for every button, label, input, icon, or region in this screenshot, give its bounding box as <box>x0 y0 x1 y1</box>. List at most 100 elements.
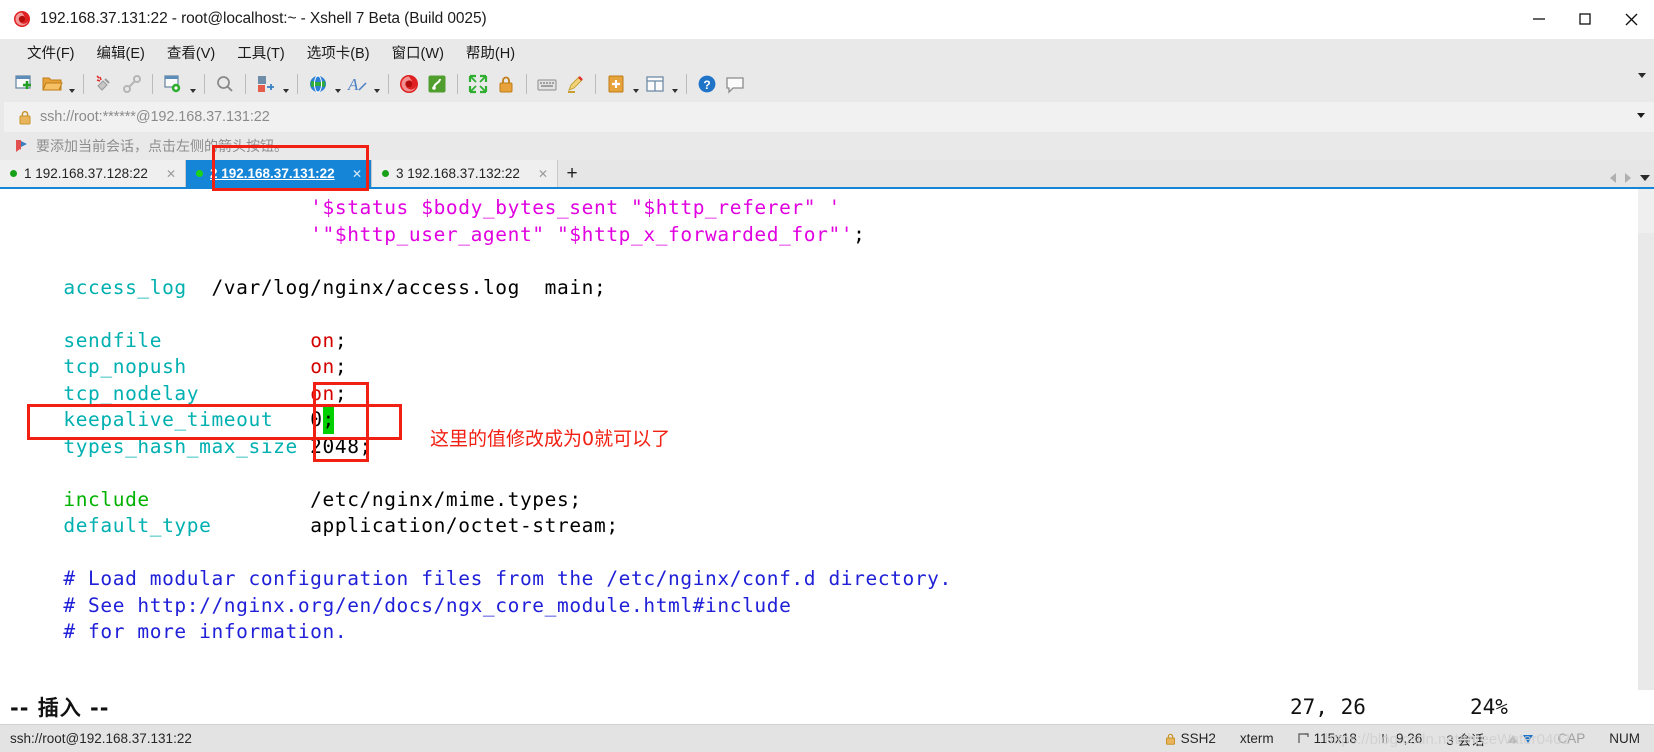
terminal-span: on <box>310 328 335 352</box>
compose-dropdown-icon[interactable] <box>630 65 641 102</box>
tab-close-icon[interactable]: ✕ <box>349 166 365 182</box>
terminal-span <box>14 620 63 643</box>
keyboard-icon[interactable] <box>533 70 561 98</box>
status-protocol: SSH2 <box>1165 731 1216 746</box>
terminal-span <box>14 435 63 458</box>
terminal-span: ; <box>334 328 348 352</box>
terminal-cursor: ; <box>322 407 334 434</box>
watermark-text: https://blog.csdn.net/threeWater0402 <box>1324 731 1570 748</box>
terminal-span: access_log <box>63 275 187 299</box>
status-num: NUM <box>1609 731 1640 746</box>
toolbar-separator <box>595 73 596 94</box>
terminal-span: types_hash_max_size <box>63 434 298 458</box>
terminal-line: access_log /var/log/nginx/access.log mai… <box>0 275 1638 302</box>
transfer-dropdown-icon[interactable] <box>280 65 291 102</box>
toolbar-separator <box>457 73 458 94</box>
tab-session-3[interactable]: 3 192.168.37.132:22 ✕ <box>372 160 558 187</box>
terminal-line: '"$http_user_agent" "$http_x_forwarded_f… <box>0 222 1638 249</box>
close-button[interactable] <box>1608 0 1654 38</box>
menu-bar: 文件(F) 编辑(E) 查看(V) 工具(T) 选项卡(B) 窗口(W) 帮助(… <box>0 39 1654 65</box>
menu-view[interactable]: 查看(V) <box>156 40 226 65</box>
globe-icon[interactable] <box>304 70 332 98</box>
terminal-line: # for more information. <box>0 619 1638 646</box>
minimize-button[interactable] <box>1516 0 1562 38</box>
status-dot-icon <box>10 170 17 177</box>
toolbar-separator <box>204 73 205 94</box>
terminal-span: ; <box>334 381 348 405</box>
menu-help[interactable]: 帮助(H) <box>455 40 526 65</box>
terminal-span <box>14 355 63 378</box>
annotation-note: 这里的值修改成为0就可以了 <box>430 428 671 450</box>
session-properties-dropdown-icon[interactable] <box>187 65 198 102</box>
lock-icon[interactable] <box>492 70 520 98</box>
status-dot-icon <box>196 170 203 177</box>
xshell-window: 192.168.37.131:22 - root@localhost:~ - X… <box>0 0 1654 752</box>
menu-tabs[interactable]: 选项卡(B) <box>296 40 381 65</box>
new-session-icon[interactable] <box>10 70 38 98</box>
fullscreen-icon[interactable] <box>464 70 492 98</box>
menu-tools[interactable]: 工具(T) <box>226 40 296 65</box>
highlight-icon[interactable] <box>561 70 589 98</box>
tab-label: 2 192.168.37.131:22 <box>210 166 335 181</box>
terminal-span: on <box>310 355 335 378</box>
terminal-span: tcp_nodelay <box>63 381 200 405</box>
address-bar[interactable]: ssh://root:******@192.168.37.131:22 <box>0 102 1654 132</box>
address-input[interactable]: ssh://root:******@192.168.37.131:22 <box>40 109 270 125</box>
session-properties-icon[interactable] <box>159 70 187 98</box>
tab-close-icon[interactable]: ✕ <box>163 166 179 182</box>
status-bar: ssh://root@192.168.37.131:22 SSH2 xterm … <box>0 724 1654 752</box>
tab-scroll-left-icon[interactable] <box>1610 173 1616 183</box>
font-icon[interactable]: A <box>343 70 371 98</box>
tab-session-2[interactable]: 2 192.168.37.131:22 ✕ <box>186 160 372 187</box>
layout-icon[interactable] <box>641 70 669 98</box>
terminal-span <box>273 408 310 431</box>
tab-scroll-right-icon[interactable] <box>1625 173 1631 183</box>
maximize-button[interactable] <box>1562 0 1608 38</box>
menu-window[interactable]: 窗口(W) <box>381 40 455 65</box>
link-icon[interactable] <box>118 70 146 98</box>
layout-dropdown-icon[interactable] <box>669 65 680 102</box>
terminal-span: 0 <box>310 408 323 431</box>
terminal-span: tcp_nopush <box>63 355 187 378</box>
terminal-span <box>14 408 63 431</box>
tab-label: 1 192.168.37.128:22 <box>24 166 148 181</box>
terminal-span: on <box>310 381 335 405</box>
new-tab-button[interactable]: + <box>558 160 586 187</box>
toolbar-overflow-icon[interactable] <box>1638 73 1646 78</box>
chat-icon[interactable] <box>721 70 749 98</box>
open-folder-icon[interactable] <box>38 70 66 98</box>
chevron-down-icon[interactable] <box>1637 113 1645 118</box>
transfer-icon[interactable] <box>252 70 280 98</box>
hint-text: 要添加当前会话，点击左侧的箭头按钮。 <box>36 138 288 154</box>
terminal-span <box>14 329 63 352</box>
disconnect-icon[interactable] <box>90 70 118 98</box>
hint-bar: 要添加当前会话，点击左侧的箭头按钮。 <box>0 132 1654 160</box>
terminal-span <box>14 382 63 405</box>
menu-file[interactable]: 文件(F) <box>16 40 86 65</box>
toolbar-separator <box>297 73 298 94</box>
xshell-icon[interactable] <box>395 70 423 98</box>
font-dropdown-icon[interactable] <box>371 65 382 102</box>
tab-session-1[interactable]: 1 192.168.37.128:22 ✕ <box>0 160 186 187</box>
terminal-line: types_hash_max_size 2048; <box>0 434 1638 461</box>
open-folder-dropdown-icon[interactable] <box>66 65 77 102</box>
menu-edit[interactable]: 编辑(E) <box>86 40 156 65</box>
terminal-scrollbar[interactable] <box>1638 189 1654 724</box>
tab-bar: 1 192.168.37.128:22 ✕ 2 192.168.37.131:2… <box>0 160 1654 187</box>
scrollbar-thumb[interactable] <box>1638 189 1654 233</box>
terminal-output[interactable]: '$status $body_bytes_sent "$http_referer… <box>0 189 1638 724</box>
tab-close-icon[interactable]: ✕ <box>535 166 551 182</box>
terminal-line: keepalive_timeout 0; <box>0 407 1638 434</box>
compose-icon[interactable] <box>602 70 630 98</box>
resize-icon <box>1298 733 1309 743</box>
globe-dropdown-icon[interactable] <box>332 65 343 102</box>
xftp-icon[interactable] <box>423 70 451 98</box>
help-icon[interactable]: ? <box>693 70 721 98</box>
find-icon[interactable] <box>211 70 239 98</box>
terminal-span <box>162 329 310 352</box>
vim-mode-indicator: -- 插入 -- <box>10 696 110 720</box>
svg-text:A: A <box>347 75 359 94</box>
toolbar-separator <box>152 73 153 94</box>
tab-list-dropdown-icon[interactable] <box>1640 175 1650 181</box>
terminal-span: default_type <box>63 514 212 537</box>
